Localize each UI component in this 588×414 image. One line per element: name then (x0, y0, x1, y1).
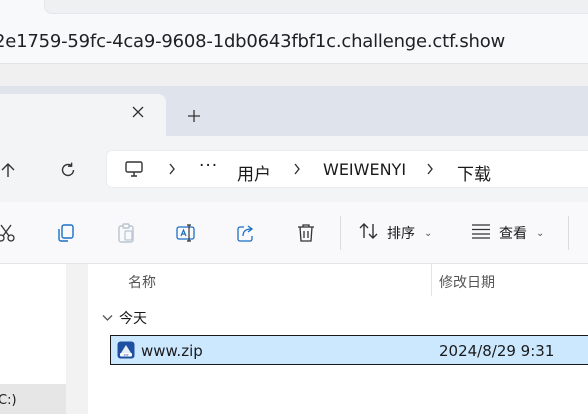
share-icon[interactable] (234, 221, 258, 245)
sort-icon (358, 221, 380, 245)
sidebar-item-drive-c[interactable]: C:) (0, 384, 66, 414)
browser-viewport-gap (0, 64, 588, 86)
breadcrumb-item-user[interactable]: WEIWENYI (323, 160, 406, 179)
rename-icon[interactable] (174, 221, 198, 245)
navigation-pane: C:) (0, 264, 88, 414)
arrow-up-icon[interactable] (0, 158, 20, 182)
chevron-right-icon (165, 161, 179, 177)
monitor-icon[interactable] (123, 159, 145, 179)
delete-icon[interactable] (294, 221, 318, 245)
cut-icon[interactable] (0, 221, 18, 245)
command-bar: 排序 ⌄ 查看 ⌄ (0, 202, 588, 264)
address-row: ··· 用户 WEIWENYI 下载 (0, 136, 588, 202)
file-name: www.zip (141, 342, 203, 360)
group-label: 今天 (119, 311, 147, 327)
chevron-down-icon: ⌄ (424, 227, 433, 239)
chevron-right-icon (423, 161, 437, 177)
toolbar-divider (568, 216, 569, 250)
view-button[interactable]: 查看 ⌄ (470, 219, 544, 247)
sort-button[interactable]: 排序 ⌄ (358, 219, 432, 247)
column-header-name[interactable]: 名称 (128, 272, 156, 292)
breadcrumb[interactable]: ··· 用户 WEIWENYI 下载 (106, 150, 588, 188)
view-label: 查看 (499, 226, 527, 242)
sidebar-drive-label: C:) (0, 393, 17, 408)
sort-label: 排序 (387, 226, 415, 242)
copy-icon[interactable] (54, 221, 78, 245)
breadcrumb-item-users[interactable]: 用户 (237, 160, 271, 185)
zip-archive-icon: ZIP (117, 341, 135, 359)
breadcrumb-item-downloads[interactable]: 下载 (457, 160, 491, 185)
explorer-tab[interactable] (0, 94, 166, 136)
list-item[interactable]: ZIP www.zip 2024/8/29 9:31 (110, 335, 588, 365)
column-divider[interactable] (431, 264, 432, 296)
paste-icon[interactable] (114, 221, 138, 245)
chevron-right-icon (290, 161, 304, 177)
nav-pane-scrollbar[interactable] (66, 264, 88, 414)
toolbar-divider (340, 216, 341, 250)
plus-icon[interactable] (182, 104, 206, 128)
group-header-today[interactable]: 今天 (102, 308, 147, 328)
file-list: 名称 修改日期 今天 ZIP www.zip 2024/8/29 9:31 (88, 264, 588, 414)
url-text[interactable]: 2e1759-59fc-4ca9-9608-1db0643fbf1c.chall… (0, 31, 505, 52)
browser-address-bar[interactable]: 2e1759-59fc-4ca9-9608-1db0643fbf1c.chall… (0, 20, 588, 64)
file-modified-date: 2024/8/29 9:31 (439, 342, 555, 360)
browser-tab[interactable] (44, 0, 588, 14)
close-icon[interactable] (127, 101, 149, 123)
view-list-icon (470, 222, 492, 244)
breadcrumb-ellipsis[interactable]: ··· (199, 156, 218, 176)
explorer-tab-strip (0, 86, 588, 136)
column-headers: 名称 修改日期 (88, 264, 588, 298)
svg-text:ZIP: ZIP (124, 353, 129, 357)
refresh-icon[interactable] (56, 158, 80, 182)
browser-tab-strip (0, 0, 588, 20)
chevron-down-icon: ⌄ (536, 227, 545, 239)
chevron-down-icon[interactable] (102, 310, 113, 326)
column-header-modified[interactable]: 修改日期 (439, 272, 495, 292)
